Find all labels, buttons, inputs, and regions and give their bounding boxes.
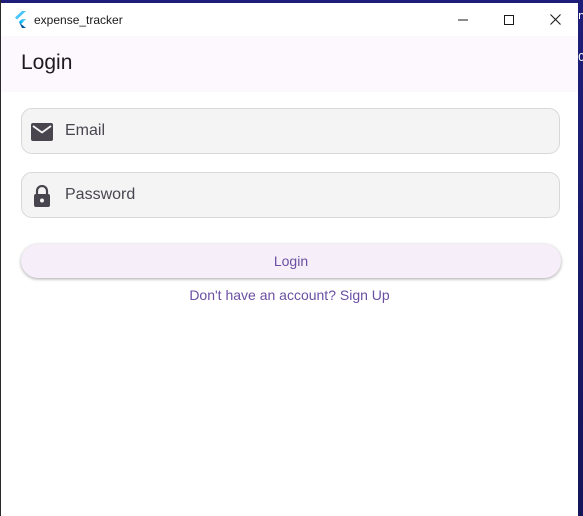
email-input[interactable] (65, 109, 545, 153)
email-field[interactable] (21, 108, 560, 154)
login-button[interactable]: Login (21, 244, 561, 278)
desktop-background: n 0 (578, 0, 583, 516)
desktop-text-fragment: n (578, 9, 583, 22)
signup-link[interactable]: Don't have an account? Sign Up (1, 287, 578, 303)
password-input[interactable] (65, 173, 545, 217)
app-bar: Login (1, 36, 578, 92)
flutter-logo-icon (14, 11, 28, 28)
lock-icon (31, 185, 53, 207)
page-title: Login (21, 51, 73, 74)
minimize-icon (458, 10, 468, 29)
close-button[interactable] (532, 3, 578, 36)
mail-icon (31, 121, 53, 143)
close-icon (549, 10, 561, 29)
desktop-text-fragment: 0 (578, 51, 583, 64)
window-title: expense_tracker (34, 13, 123, 27)
maximize-icon (504, 10, 514, 29)
minimize-button[interactable] (440, 3, 486, 36)
app-window: expense_tracker Login Email Login Don't … (0, 0, 578, 516)
password-field[interactable] (21, 172, 560, 218)
title-bar[interactable]: expense_tracker (1, 3, 578, 36)
maximize-button[interactable] (486, 3, 532, 36)
